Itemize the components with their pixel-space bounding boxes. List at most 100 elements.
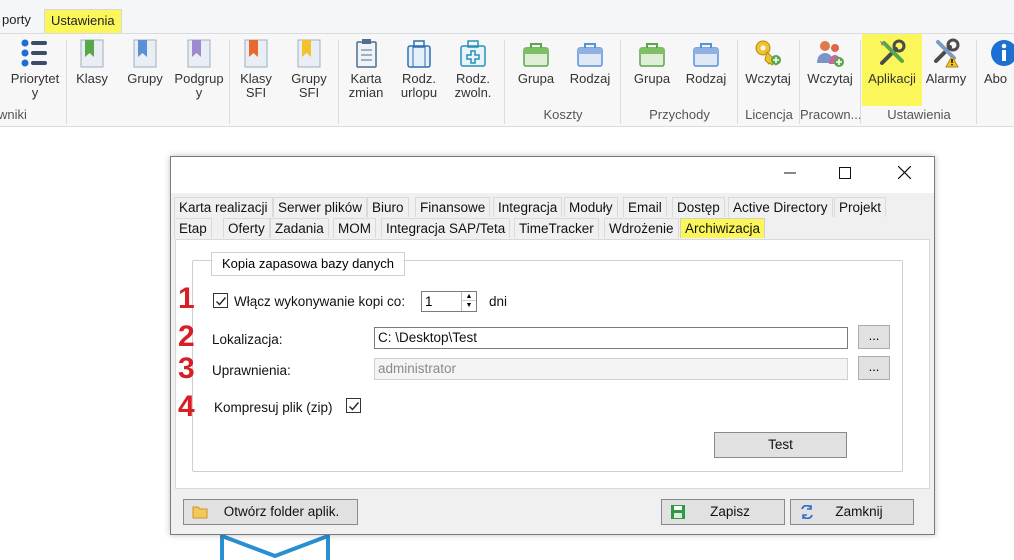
ribbon-button-label: Wczytaj: [745, 71, 791, 86]
ribbon-tab-ustawienia[interactable]: Ustawienia: [44, 9, 122, 33]
ribbon-button-about[interactable]: Abo: [984, 34, 1014, 106]
key-icon: [755, 40, 781, 66]
tab-moduly[interactable]: Moduły: [564, 197, 618, 217]
ribbon-button-przychody-rodzaj[interactable]: Rodzaj: [682, 34, 730, 106]
ribbon-button-label: Grupy: [127, 71, 163, 86]
tab-biuro[interactable]: Biuro: [367, 197, 409, 217]
bookmark-purple-icon: [187, 39, 211, 68]
tab-active-directory[interactable]: Active Directory: [728, 197, 833, 217]
close-icon: [897, 165, 911, 180]
ribbon-button-label: Alarmy: [925, 71, 967, 86]
dialog-tabs: Karta realizacji Serwer plików Biuro Fin…: [171, 195, 934, 241]
marker-4: 4: [178, 390, 195, 423]
ribbon-button-klasy-sfi[interactable]: Klasy SFI: [232, 34, 280, 106]
ribbon-button-koszty-rodzaj[interactable]: Rodzaj: [566, 34, 614, 106]
close-button[interactable]: [875, 157, 933, 193]
ribbon-button-label: Rodzaj: [569, 71, 611, 86]
dialog-titlebar[interactable]: [171, 157, 934, 193]
stepper-arrows: ▲ ▼: [461, 292, 476, 311]
folder-icon: [192, 506, 208, 519]
browse-permissions-button[interactable]: ...: [858, 356, 890, 380]
permissions-input: administrator: [374, 358, 848, 380]
tab-etap[interactable]: Etap: [174, 218, 212, 238]
ribbon-group-label: Ustawienia: [887, 107, 951, 122]
tab-projekt[interactable]: Projekt: [834, 197, 887, 217]
ribbon-button-label: Wczytaj: [807, 71, 853, 86]
browse-location-button[interactable]: ...: [858, 325, 890, 349]
tab-zadania[interactable]: Zadania: [270, 218, 329, 238]
close-dialog-button[interactable]: Zamknij: [790, 499, 914, 525]
ribbon-button-podgrupy[interactable]: Podgrup y: [172, 34, 226, 106]
marker-2: 2: [178, 320, 195, 353]
bag-blue-icon: [693, 43, 719, 67]
ribbon-group-label: wniki: [0, 107, 27, 122]
checkmark-icon: [216, 297, 227, 306]
ribbon-button-label: Podgrup y: [174, 71, 224, 100]
ribbon-button-koszty-grupa[interactable]: Grupa: [510, 34, 562, 106]
ribbon-tab-raporty[interactable]: porty: [0, 9, 37, 33]
tools-icon: [880, 39, 906, 65]
ribbon-button-przychody-grupa[interactable]: Grupa: [626, 34, 678, 106]
bookmark-yellow-icon: [297, 39, 321, 68]
tab-archiwizacja[interactable]: Archiwizacja: [680, 218, 766, 238]
ribbon-button-grupy-sfi[interactable]: Grupy SFI: [284, 34, 334, 106]
location-label: Lokalizacja:: [212, 332, 283, 347]
ribbon-button-karta-zmian[interactable]: Karta zmian: [342, 34, 390, 106]
tab-timetracker[interactable]: TimeTracker: [514, 218, 599, 238]
tab-wdrozenie[interactable]: Wdrożenie: [604, 218, 679, 238]
maximize-button[interactable]: [816, 157, 874, 193]
minimize-button[interactable]: [761, 157, 819, 193]
maximize-icon: [839, 167, 851, 179]
ribbon-button-label: Rodzaj: [685, 71, 727, 86]
tab-integracja[interactable]: Integracja: [493, 197, 563, 217]
ribbon-button-pracownicy-wczytaj[interactable]: Wczytaj: [802, 34, 858, 106]
open-folder-label: Otwórz folder aplik.: [223, 504, 340, 519]
ribbon-button-label: Klasy SFI: [240, 71, 272, 100]
tab-oferty[interactable]: Oferty: [223, 218, 270, 238]
permissions-label: Uprawnienia:: [212, 363, 291, 378]
exit-arrows-icon: [801, 505, 813, 519]
compress-label: Kompresuj plik (zip): [214, 400, 333, 415]
ribbon-button-rodz-zwoln[interactable]: Rodz. zwoln.: [448, 34, 498, 106]
ribbon-button-licencja-wczytaj[interactable]: Wczytaj: [740, 34, 796, 106]
checkmark-icon: [349, 402, 360, 411]
location-input[interactable]: C: \Desktop\Test: [374, 327, 848, 349]
bag-green-icon: [639, 43, 665, 67]
ribbon-group-label: Licencja: [745, 107, 793, 122]
interval-value: 1: [425, 294, 433, 309]
ribbon-button-alarmy[interactable]: Alarmy: [922, 34, 970, 106]
minimize-icon: [784, 172, 796, 174]
users-add-icon: [817, 41, 844, 67]
tab-dostep[interactable]: Dostęp: [672, 197, 725, 217]
ribbon-button-label: Rodz. zwoln.: [454, 71, 492, 100]
tab-finansowe[interactable]: Finansowe: [415, 197, 491, 217]
ribbon-button-klasy[interactable]: Klasy: [68, 34, 116, 106]
tab-mom[interactable]: MOM: [333, 218, 376, 238]
ribbon-button-grupy[interactable]: Grupy: [120, 34, 170, 106]
interval-stepper[interactable]: 1 ▲ ▼: [421, 291, 477, 312]
ribbon-button-aplikacji[interactable]: Aplikacji: [862, 34, 922, 106]
save-button[interactable]: Zapisz: [661, 499, 785, 525]
tab-karta-realizacji[interactable]: Karta realizacji: [174, 197, 273, 217]
ribbon-button-rodz-urlopu[interactable]: Rodz. urlopu: [394, 34, 444, 106]
ribbon-button-priorytety[interactable]: Priorytet y: [6, 34, 64, 106]
ribbon-button-label: Grupa: [633, 71, 671, 86]
tab-email[interactable]: Email: [623, 197, 667, 217]
groupbox-title: Kopia zapasowa bazy danych: [211, 252, 406, 276]
ribbon-button-label: Grupa: [517, 71, 555, 86]
medical-kit-icon: [460, 40, 486, 67]
open-folder-button[interactable]: Otwórz folder aplik.: [183, 499, 358, 525]
close-label: Zamknij: [835, 504, 883, 519]
enable-backup-checkbox[interactable]: [213, 293, 228, 308]
tab-integracja-sap-teta[interactable]: Integracja SAP/Teta: [381, 218, 511, 238]
bag-blue-icon: [577, 43, 603, 67]
tab-serwer-plikow[interactable]: Serwer plików: [273, 197, 368, 217]
settings-dialog: Karta realizacji Serwer plików Biuro Fin…: [170, 156, 935, 535]
test-button[interactable]: Test: [714, 432, 847, 458]
stepper-down-button[interactable]: ▼: [462, 301, 476, 310]
enable-backup-label: Włącz wykonywanie kopi co:: [234, 294, 406, 309]
ribbon-group-label: Przychody: [649, 107, 710, 122]
compress-checkbox[interactable]: [346, 398, 361, 413]
stepper-up-button[interactable]: ▲: [462, 292, 476, 301]
bookmark-blue-icon: [133, 39, 157, 68]
